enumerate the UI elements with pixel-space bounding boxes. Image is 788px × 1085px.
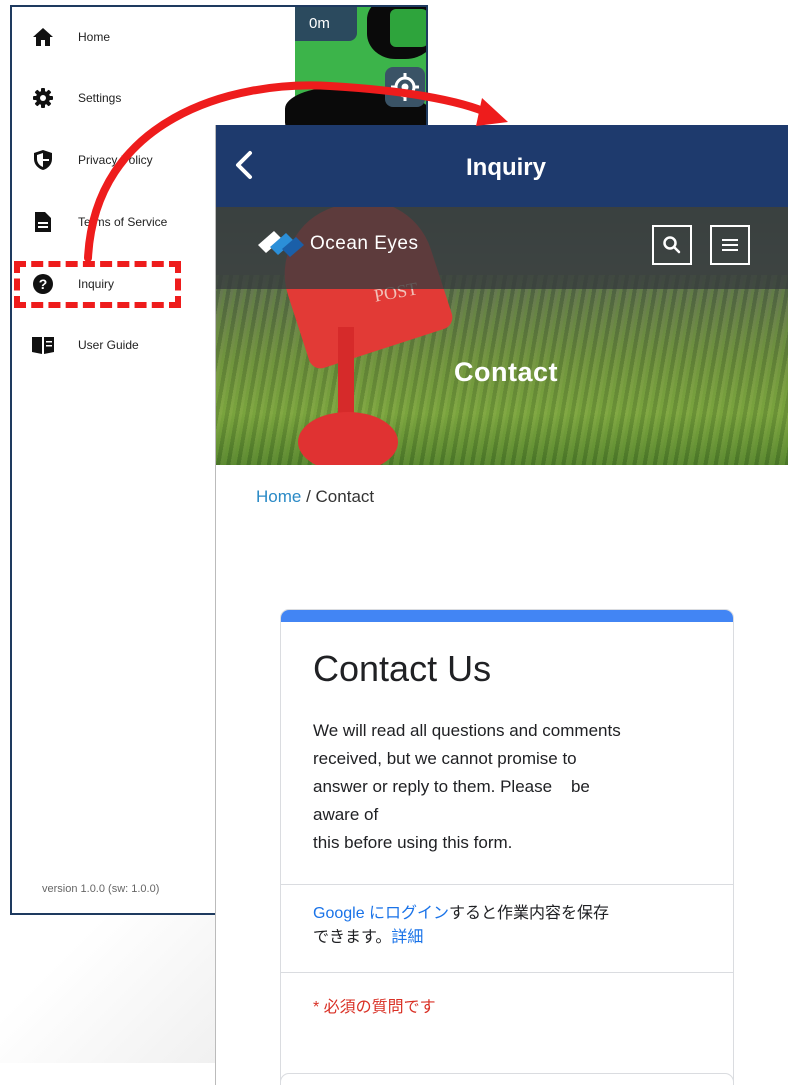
version-label: version 1.0.0 (sw: 1.0.0): [42, 883, 160, 895]
form-description-line: aware of: [313, 805, 379, 824]
login-notice-text: すると作業内容を保存: [449, 905, 610, 922]
drawer-item-label: User Guide: [78, 338, 139, 352]
menu-button[interactable]: [710, 225, 750, 265]
shield-icon: [32, 149, 54, 171]
drawer-item-terms-of-service[interactable]: Terms of Service: [32, 207, 167, 237]
contact-form-card: Contact Us We will read all questions an…: [280, 609, 734, 1085]
map-control-button[interactable]: [390, 9, 426, 47]
details-link[interactable]: 詳細: [391, 929, 423, 946]
breadcrumb: Home / Contact: [256, 487, 374, 507]
drawer-item-label: Home: [78, 30, 111, 44]
document-icon: [32, 211, 54, 233]
breadcrumb-current: Contact: [315, 487, 375, 506]
breadcrumb-separator: /: [301, 487, 316, 506]
home-icon: [32, 26, 54, 48]
gear-icon: [32, 87, 54, 109]
drawer-item-label: Settings: [78, 91, 122, 105]
right-phone-screen: Inquiry POST Ocean Eyes Contact Home / C…: [215, 125, 788, 1085]
mailbox-base: [298, 412, 398, 465]
hero-title: Contact: [454, 357, 558, 387]
form-description-line: We will read all questions and comments: [313, 721, 621, 740]
drawer-item-label: Privacy Policy: [78, 153, 153, 167]
login-notice-text-2: できます。: [313, 929, 392, 946]
map-view[interactable]: 0m: [285, 7, 426, 147]
drawer-item-settings[interactable]: Settings: [32, 83, 121, 113]
inquiry-highlight-box: [14, 261, 181, 308]
logo-text: Ocean Eyes: [310, 233, 419, 254]
divider: [281, 884, 733, 885]
distance-chip: 0m: [295, 7, 357, 41]
search-icon: [663, 236, 681, 254]
google-login-notice: Google にログインすると作業内容を保存 できます。詳細: [313, 902, 703, 950]
form-accent-bar: [281, 610, 733, 622]
form-question-card: [280, 1073, 734, 1085]
form-description-line: received, but we cannot promise to: [313, 749, 577, 768]
app-bar: Inquiry: [216, 125, 788, 207]
form-title: Contact Us: [313, 648, 492, 689]
required-note: * 必須の質問です: [313, 999, 436, 1016]
divider: [281, 972, 733, 973]
form-description-line: this before using this form.: [313, 833, 513, 852]
google-login-link[interactable]: Google にログイン: [313, 905, 449, 922]
drawer-item-privacy-policy[interactable]: Privacy Policy: [32, 145, 153, 175]
site-logo[interactable]: Ocean Eyes: [256, 225, 419, 263]
breadcrumb-home-link[interactable]: Home: [256, 487, 301, 506]
drawer-item-user-guide[interactable]: User Guide: [32, 330, 139, 360]
search-button[interactable]: [652, 225, 692, 265]
crosshair-icon: [391, 73, 419, 101]
drawer-item-home[interactable]: Home: [32, 22, 110, 52]
form-description: We will read all questions and comments …: [313, 717, 703, 857]
ocean-eyes-logo-icon: [258, 231, 304, 257]
form-description-line: answer or reply to them. Please be: [313, 777, 590, 796]
app-bar-title: Inquiry: [465, 154, 546, 181]
hero-banner: POST Ocean Eyes Contact: [216, 207, 788, 465]
book-icon: [32, 334, 54, 356]
hamburger-menu-icon: [722, 239, 738, 251]
locate-button[interactable]: [385, 67, 425, 107]
drawer-item-label: Terms of Service: [78, 215, 168, 229]
